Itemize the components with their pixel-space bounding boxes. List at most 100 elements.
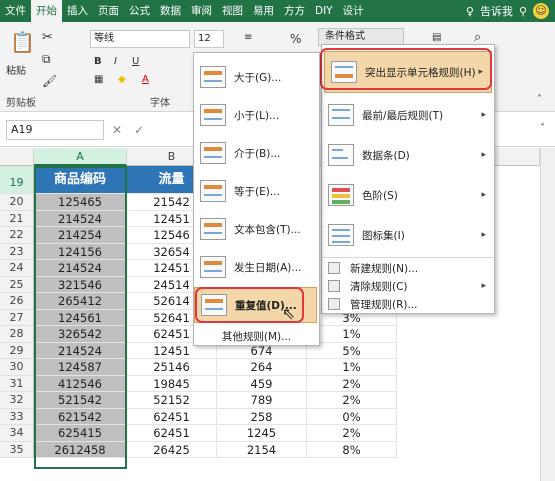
row-header[interactable]: 32 — [0, 392, 34, 409]
row-header[interactable]: 20 — [0, 194, 34, 211]
align-icon[interactable]: ≡ — [244, 32, 252, 43]
select-all-corner[interactable] — [0, 148, 34, 166]
cell-col-c[interactable]: 789 — [217, 392, 307, 409]
font-name-select[interactable]: 等线 — [90, 30, 190, 48]
row-header[interactable]: 26 — [0, 293, 34, 310]
header-cell-code[interactable]: 商品编码 — [34, 166, 127, 194]
formula-cancel-icon[interactable]: ✕ — [112, 123, 122, 137]
cell-product-code[interactable]: 124156 — [34, 243, 127, 260]
cell-product-code[interactable]: 214524 — [34, 342, 127, 359]
submenu-item-between[interactable]: 介于(B)... — [194, 135, 319, 171]
cell-col-c[interactable]: 1245 — [217, 425, 307, 442]
paste-icon[interactable]: 📋 — [10, 30, 35, 54]
submenu-item-date-occurring[interactable]: 发生日期(A)... — [194, 249, 319, 285]
cell-col-c[interactable]: 459 — [217, 375, 307, 392]
account-icon[interactable]: ⚲ — [519, 5, 527, 18]
row-header[interactable]: 29 — [0, 342, 34, 359]
find-icon[interactable]: ⌕ — [474, 30, 481, 45]
row-header[interactable]: 28 — [0, 326, 34, 343]
menu-item-clear-rules[interactable]: 清除规则(C) ▸ — [322, 277, 494, 295]
row-header[interactable]: 21 — [0, 210, 34, 227]
cell-flow[interactable]: 52152 — [127, 392, 217, 409]
tab-fangfang[interactable]: 方方 — [279, 0, 310, 22]
submenu-item-text-contains[interactable]: 文本包含(T)... — [194, 211, 319, 247]
tab-data[interactable]: 数据 — [155, 0, 186, 22]
row-header[interactable]: 23 — [0, 243, 34, 260]
expand-formula-icon[interactable]: ˅ — [540, 123, 545, 134]
cell-product-code[interactable]: 412546 — [34, 375, 127, 392]
copy-icon[interactable]: ⧉ — [42, 52, 51, 67]
row-header[interactable]: 34 — [0, 425, 34, 442]
cell-col-c[interactable]: 2154 — [217, 441, 307, 458]
cell-col-d[interactable]: 1% — [307, 359, 397, 376]
row-header[interactable]: 35 — [0, 441, 34, 458]
menu-item-highlight-rules[interactable]: 突出显示单元格规则(H) ▸ — [324, 51, 492, 93]
row-header[interactable]: 19 — [0, 166, 34, 194]
cell-product-code[interactable]: 326542 — [34, 326, 127, 343]
tab-file[interactable]: 文件 — [0, 0, 31, 22]
cell-flow[interactable]: 26425 — [127, 441, 217, 458]
name-box[interactable]: A19 — [6, 120, 104, 140]
cell-product-code[interactable]: 214254 — [34, 227, 127, 244]
tab-diy[interactable]: DIY — [310, 0, 338, 22]
tab-formulas[interactable]: 公式 — [124, 0, 155, 22]
cell-product-code[interactable]: 214524 — [34, 260, 127, 277]
tell-me-box[interactable]: 告诉我 — [480, 3, 513, 19]
row-header[interactable]: 27 — [0, 309, 34, 326]
collapse-ribbon-icon[interactable]: ˄ — [537, 94, 542, 105]
cell-col-c[interactable]: 258 — [217, 408, 307, 425]
cell-flow[interactable]: 62451 — [127, 425, 217, 442]
font-size-select[interactable]: 12 — [194, 30, 224, 48]
menu-item-new-rule[interactable]: 新建规则(N)... — [322, 259, 494, 277]
submenu-item-less-than[interactable]: 小于(L)... — [194, 97, 319, 133]
cell-product-code[interactable]: 125465 — [34, 194, 127, 211]
menu-item-color-scales[interactable]: 色阶(S) ▸ — [322, 175, 494, 215]
tab-review[interactable]: 审阅 — [186, 0, 217, 22]
cell-product-code[interactable]: 124587 — [34, 359, 127, 376]
submenu-item-duplicate-values[interactable]: 重复值(D)... — [194, 287, 317, 323]
tab-easy[interactable]: 易用 — [248, 0, 279, 22]
submenu-item-greater-than[interactable]: 大于(G)... — [194, 59, 319, 95]
cell-product-code[interactable]: 124561 — [34, 309, 127, 326]
row-header[interactable]: 22 — [0, 227, 34, 244]
underline-button[interactable]: U — [132, 56, 139, 67]
cell-col-d[interactable]: 2% — [307, 425, 397, 442]
tab-view[interactable]: 视图 — [217, 0, 248, 22]
row-header[interactable]: 30 — [0, 359, 34, 376]
column-header-a[interactable]: A — [34, 148, 127, 166]
menu-item-top-bottom-rules[interactable]: 最前/最后规则(T) ▸ — [322, 95, 494, 135]
menu-item-manage-rules[interactable]: 管理规则(R)... — [322, 295, 494, 313]
submenu-item-other-rules[interactable]: 其他规则(M)... — [194, 327, 319, 345]
cell-col-d[interactable]: 2% — [307, 392, 397, 409]
cell-col-d[interactable]: 5% — [307, 342, 397, 359]
cell-product-code[interactable]: 625415 — [34, 425, 127, 442]
format-painter-icon[interactable]: 🖌 — [42, 74, 57, 88]
vertical-scrollbar[interactable] — [540, 148, 555, 481]
tab-home[interactable]: 开始 — [31, 0, 62, 22]
italic-button[interactable]: I — [114, 56, 117, 67]
row-header[interactable]: 24 — [0, 260, 34, 277]
formula-confirm-icon[interactable]: ✓ — [134, 123, 144, 137]
bold-button[interactable]: B — [94, 56, 102, 67]
cell-col-d[interactable]: 2% — [307, 375, 397, 392]
cell-product-code[interactable]: 321546 — [34, 276, 127, 293]
cell-product-code[interactable]: 214524 — [34, 210, 127, 227]
row-header[interactable]: 31 — [0, 375, 34, 392]
cell-flow[interactable]: 62451 — [127, 408, 217, 425]
cell-col-d[interactable]: 1% — [307, 326, 397, 343]
tab-insert[interactable]: 插入 — [62, 0, 93, 22]
row-header[interactable]: 33 — [0, 408, 34, 425]
fill-color-icon[interactable]: ◆ — [118, 74, 126, 85]
cell-col-d[interactable]: 8% — [307, 441, 397, 458]
cell-flow[interactable]: 25146 — [127, 359, 217, 376]
cell-product-code[interactable]: 521542 — [34, 392, 127, 409]
cell-col-d[interactable]: 0% — [307, 408, 397, 425]
tab-design[interactable]: 设计 — [338, 0, 369, 22]
border-icon[interactable]: ▦ — [94, 74, 103, 85]
cell-flow[interactable]: 19845 — [127, 375, 217, 392]
cell-product-code[interactable]: 621542 — [34, 408, 127, 425]
tab-page-layout[interactable]: 页面 — [93, 0, 124, 22]
cell-product-code[interactable]: 2612458 — [34, 441, 127, 458]
smiley-feedback-icon[interactable]: ☺ — [533, 3, 549, 19]
percent-button[interactable]: % — [290, 32, 301, 46]
